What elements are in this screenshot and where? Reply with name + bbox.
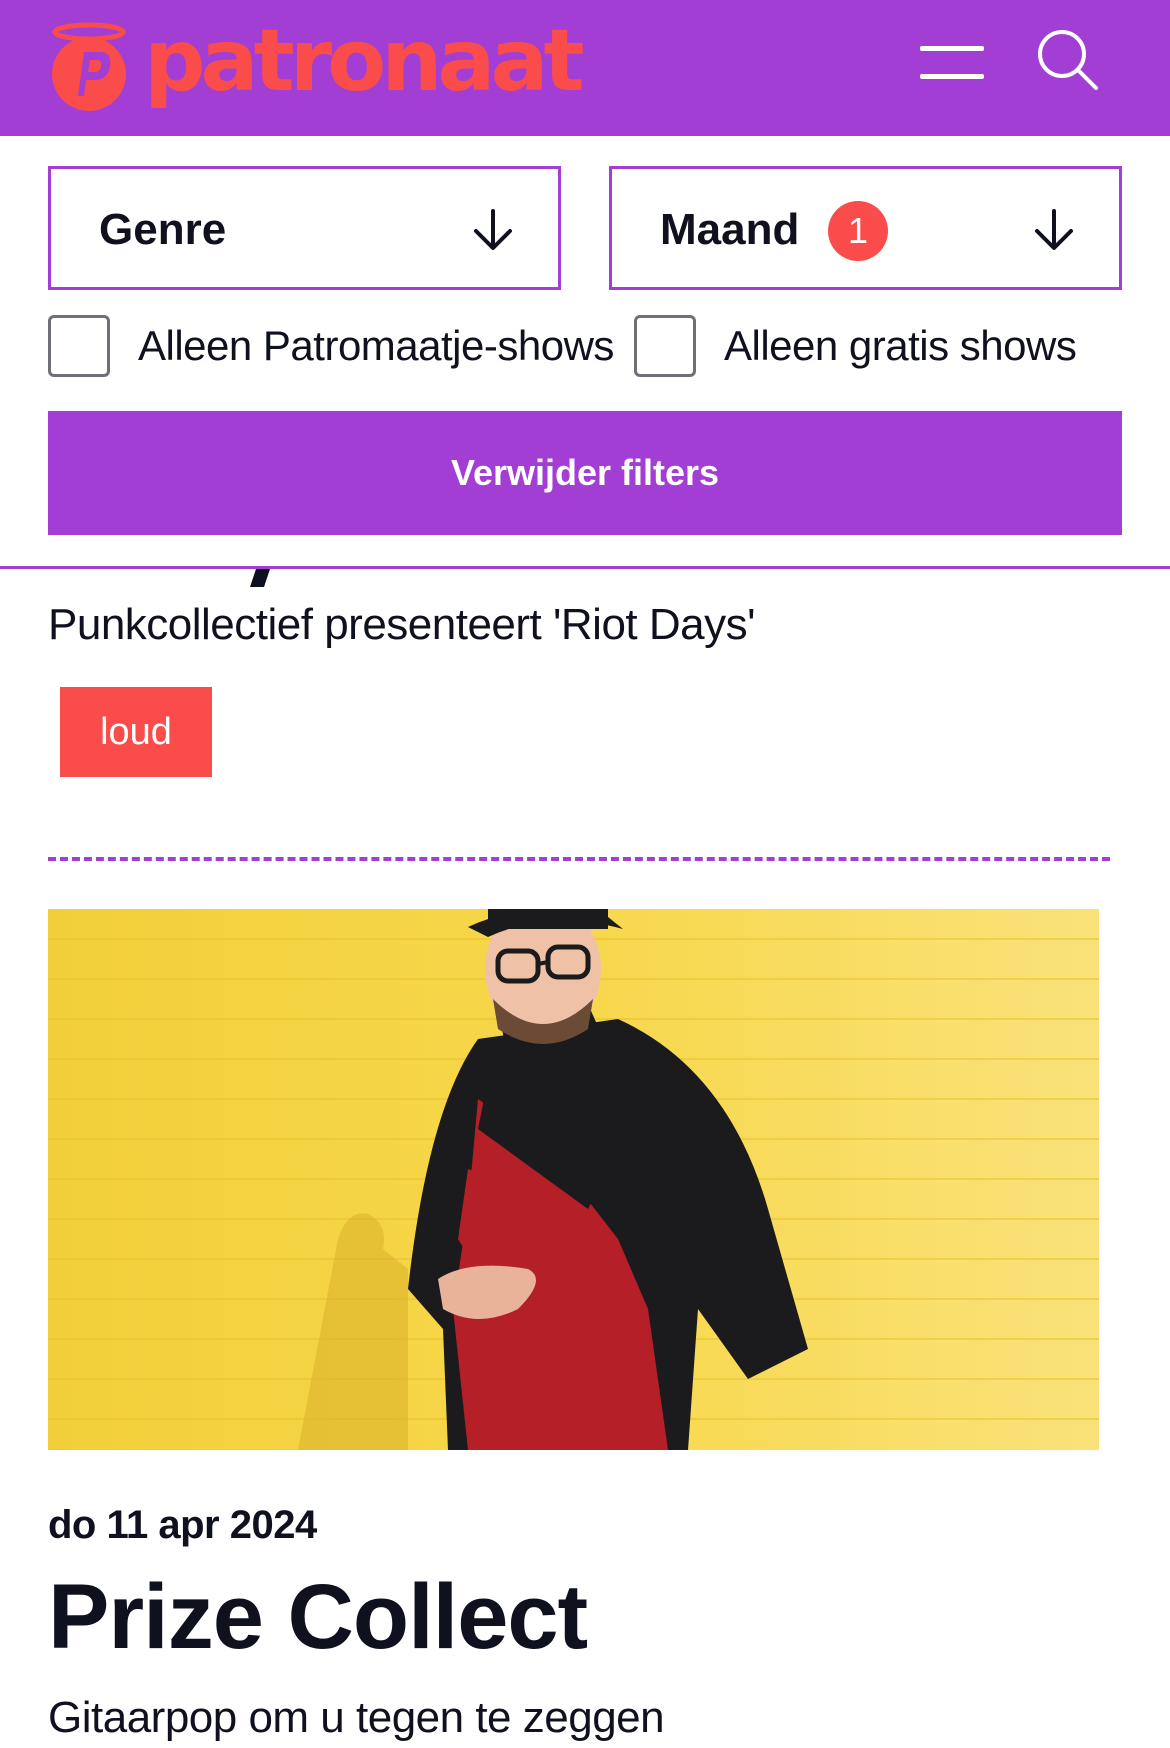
- event-title[interactable]: Prize Collect: [48, 1565, 588, 1670]
- logo-mark-icon: [48, 22, 130, 112]
- arrow-down-icon: [470, 207, 516, 253]
- checkbox-box[interactable]: [634, 315, 696, 377]
- checkbox-label: Alleen Patromaatje-shows: [138, 322, 614, 369]
- search-icon[interactable]: [1034, 26, 1104, 96]
- filter-panel: Genre Maand 1 Alleen Patromaatje-shows A…: [0, 136, 1170, 566]
- hamburger-menu-icon[interactable]: [916, 38, 988, 88]
- clear-filters-button[interactable]: Verwijder filters: [48, 411, 1122, 535]
- event-subtitle: Gitaarpop om u tegen te zeggen: [48, 1693, 665, 1742]
- event-subtitle: Punkcollectief presenteert 'Riot Days': [48, 600, 756, 649]
- genre-dropdown[interactable]: Genre: [48, 166, 561, 290]
- checkbox-box[interactable]: [48, 315, 110, 377]
- patromaatje-shows-checkbox[interactable]: Alleen Patromaatje-shows: [48, 314, 614, 378]
- genre-tag[interactable]: loud: [60, 687, 212, 777]
- cut-off-title-glyph: [246, 569, 288, 587]
- event-date: do 11 apr 2024: [48, 1503, 317, 1547]
- month-label: Maand: [660, 205, 800, 254]
- genre-label: Genre: [99, 205, 227, 254]
- checkbox-label: Alleen gratis shows: [724, 322, 1077, 369]
- active-filter-count-badge: 1: [828, 201, 888, 261]
- event-list: Punkcollectief presenteert 'Riot Days' l…: [0, 569, 1170, 1748]
- artist-photo[interactable]: [48, 909, 1099, 1450]
- free-shows-checkbox[interactable]: Alleen gratis shows: [634, 314, 1077, 378]
- arrow-down-icon: [1031, 207, 1077, 253]
- site-header: patronaat: [0, 0, 1170, 136]
- month-dropdown[interactable]: Maand 1: [609, 166, 1122, 290]
- patronaat-logo[interactable]: patronaat: [48, 18, 585, 112]
- event-separator: [48, 857, 1110, 861]
- brand-wordmark: patronaat: [144, 11, 585, 111]
